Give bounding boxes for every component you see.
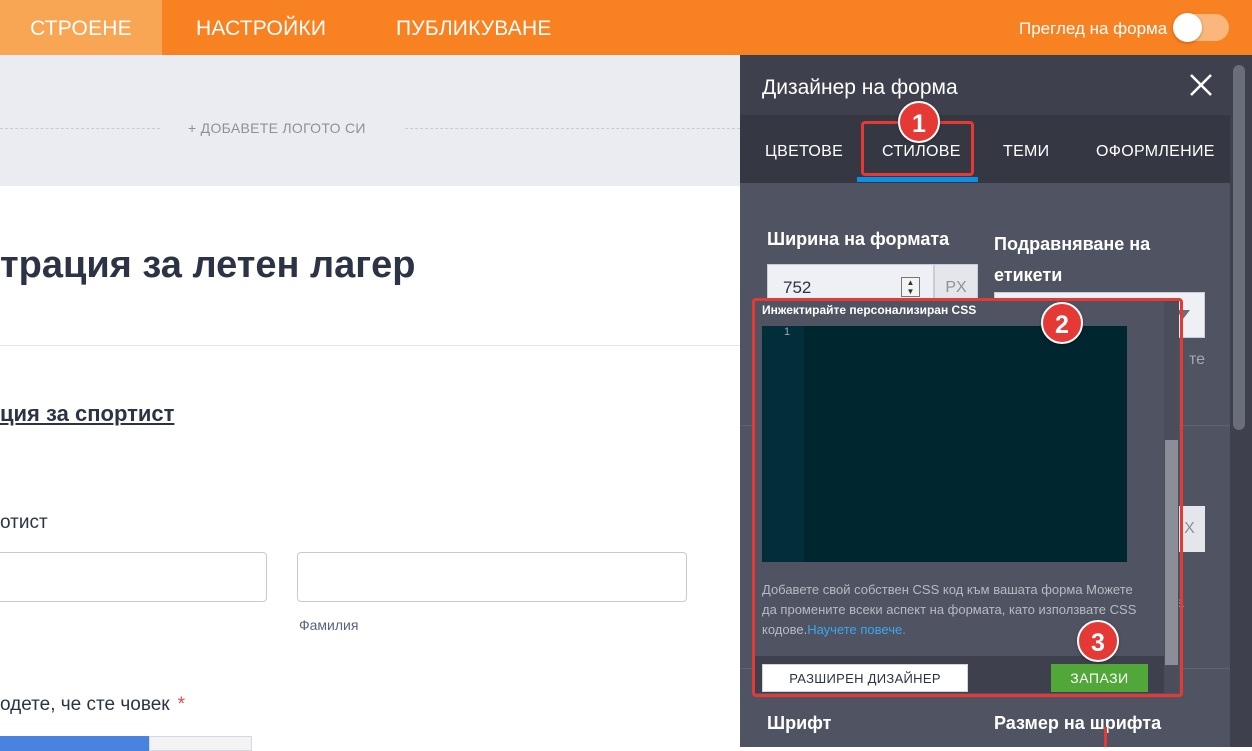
active-tab-indicator — [857, 177, 978, 182]
tab-build[interactable]: СТРОЕНЕ — [0, 0, 162, 55]
logo-dashed-line — [405, 128, 740, 129]
designer-title: Дизайнер на форма — [762, 76, 958, 99]
logo-dashed-line — [0, 128, 160, 129]
first-name-input[interactable] — [0, 552, 267, 602]
toggle-knob — [1173, 13, 1202, 42]
captcha-button[interactable] — [0, 736, 149, 751]
step-badge-2: 2 — [1041, 302, 1083, 344]
width-stepper[interactable]: ▲ ▼ — [901, 277, 920, 297]
form-preview-label: Преглед на форма — [1019, 19, 1168, 38]
designer-header: Дизайнер на форма — [740, 55, 1230, 115]
panel-scrollbar-thumb[interactable] — [1233, 65, 1245, 430]
required-asterisk: * — [177, 694, 185, 715]
form-title[interactable]: трация за летен лагер — [0, 244, 415, 287]
captcha-label-text: одете, че сте човек — [0, 694, 170, 715]
add-logo-button[interactable]: + ДОБАВЕТЕ ЛОГОТО СИ — [188, 120, 366, 136]
name-field-label: отист — [0, 512, 48, 533]
tab-colors[interactable]: ЦВЕТОВЕ — [765, 143, 843, 161]
step-badge-3: 3 — [1077, 620, 1119, 662]
font-label: Шрифт — [767, 713, 832, 733]
tab-themes[interactable]: ТЕМИ — [1003, 143, 1049, 161]
label-alignment-label: Подравняване на етикети — [994, 234, 1151, 285]
stepper-down-icon[interactable]: ▼ — [902, 287, 919, 296]
designer-tabs: ЦВЕТОВЕ СТИЛОВЕ ТЕМИ ОФОРМЛЕНИЕ — [740, 115, 1230, 183]
captcha-label: одете, че сте човек * — [0, 694, 185, 716]
arrow-down-icon — [1104, 727, 1107, 747]
close-icon[interactable] — [1188, 72, 1214, 98]
last-name-input[interactable] — [297, 552, 687, 602]
last-name-sublabel: Фамилия — [299, 617, 359, 633]
section-heading[interactable]: ция за спортист — [0, 401, 174, 427]
step-badge-1: 1 — [898, 101, 940, 143]
tab-publish[interactable]: ПУБЛИКУВАНЕ — [396, 0, 552, 55]
captcha-secondary-button[interactable] — [149, 736, 252, 751]
tab-layout[interactable]: ОФОРМЛЕНИЕ — [1096, 143, 1215, 161]
stepper-up-icon[interactable]: ▲ — [902, 278, 919, 287]
form-width-label: Ширина на формата — [767, 229, 950, 249]
font-size-label: Размер на шрифта — [994, 713, 1162, 733]
form-header-area — [0, 55, 740, 186]
form-width-value: 752 — [783, 278, 812, 297]
form-preview-toggle[interactable] — [1173, 13, 1229, 42]
tab-settings[interactable]: НАСТРОЙКИ — [196, 0, 326, 55]
top-navigation-bar: СТРОЕНЕ НАСТРОЙКИ ПУБЛИКУВАНЕ Преглед на… — [0, 0, 1252, 55]
title-divider — [0, 345, 740, 346]
hidden-option-text: те — [1189, 351, 1206, 368]
